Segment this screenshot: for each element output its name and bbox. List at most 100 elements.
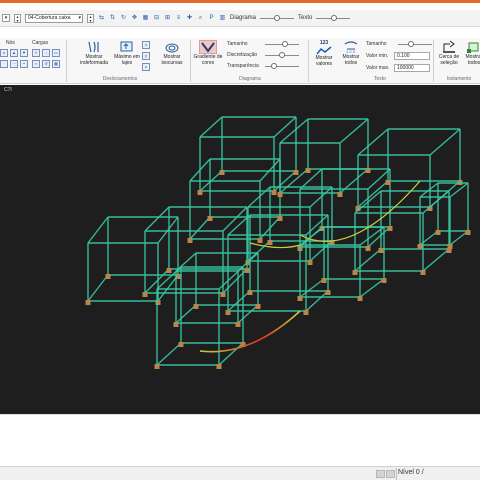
title-accent-line [0, 0, 480, 3]
floor-combo[interactable]: 04-Cobertura caixa [25, 13, 83, 23]
frame-bay-7 [279, 118, 369, 194]
displacement-y-icon[interactable]: y [142, 52, 150, 60]
floor-spin-button[interactable]: ▴ ▾ [14, 13, 21, 23]
color-gradient-button[interactable]: Gradiente de cores [192, 40, 224, 66]
show-all-isolation-button[interactable]: Mostrar todos [462, 40, 480, 66]
fence-selection-label: Cerca de seleção [438, 54, 460, 66]
filter-icon[interactable]: ⊟ [153, 15, 160, 22]
max-value-text: 100000 [397, 65, 414, 71]
support-13-2 [417, 244, 423, 249]
displacement-x-icon[interactable]: x [142, 41, 150, 49]
text-slider[interactable] [316, 14, 351, 22]
support-1-2 [85, 300, 91, 305]
show-undeformed-button[interactable]: Mostrar indeformada [74, 40, 114, 66]
node-support-icon[interactable]: ▲ [10, 49, 18, 57]
axis-y-icon[interactable]: ⇅ [109, 15, 116, 22]
group-isolation-title: Isolamento [446, 76, 472, 82]
fence-selection-button[interactable]: Cerca de seleção [435, 40, 463, 66]
transparency-slider-thumb[interactable] [271, 63, 277, 69]
support-7-4 [305, 168, 311, 173]
discretization-slider[interactable] [265, 51, 299, 59]
slab-max-icon [120, 41, 133, 52]
text-label: Texto [298, 15, 313, 21]
support-12-4 [378, 248, 384, 253]
text-size-slider-thumb[interactable] [408, 41, 414, 47]
node-toggle-icon[interactable]: n [0, 49, 8, 57]
load-slab-icon[interactable]: ▭ [52, 49, 60, 57]
diagram-slider-thumb[interactable] [274, 15, 281, 21]
node-hinge-icon[interactable]: ∘ [20, 60, 28, 68]
pan-icon[interactable]: ✚ [186, 15, 193, 22]
frame-bay-14 [175, 252, 259, 324]
deformed-curve-3 [249, 242, 301, 249]
show-values-button[interactable]: 123 Mostrar valores [310, 40, 338, 67]
diagram-slider[interactable] [260, 14, 295, 22]
support-5-4 [267, 240, 273, 245]
transparency-slider[interactable] [265, 62, 299, 70]
min-value-field[interactable]: 0.100 [394, 52, 430, 60]
size-slider[interactable] [265, 40, 299, 48]
grid-icon[interactable]: ⊞ [164, 15, 171, 22]
support-14-2 [173, 322, 179, 327]
move-icon[interactable]: ✥ [131, 15, 138, 22]
frame-bay-12 [354, 190, 450, 272]
load-wind-icon[interactable]: ≈ [32, 60, 40, 68]
diagram-label: Diagrama [230, 15, 257, 21]
text-slider-thumb[interactable] [331, 15, 338, 21]
show-isocurves-button[interactable]: Mostrar isocurvas [156, 40, 188, 66]
support-4-2 [187, 238, 193, 243]
view-menu-button[interactable]: ▾ [2, 14, 10, 22]
support-3-1 [216, 364, 222, 369]
support-4-4 [207, 216, 213, 221]
discretization-slider-thumb[interactable] [279, 52, 285, 58]
displacement-z-icon[interactable]: z [142, 63, 150, 71]
support-8-4 [219, 170, 225, 175]
load-area-icon[interactable]: ▦ [52, 60, 60, 68]
show-all-label: Mostrar todos [342, 54, 360, 66]
text-size-slider[interactable] [398, 40, 432, 48]
support-1-4 [105, 274, 111, 279]
support-13-1 [447, 244, 453, 249]
text-size-label: Tamanho [366, 41, 387, 47]
max-value-field[interactable]: 100000 [394, 64, 430, 72]
load-moment-icon[interactable]: ↺ [42, 60, 50, 68]
max-on-slabs-label: Máximo em lajes [114, 54, 140, 66]
min-value-label: Valor min. [366, 53, 389, 59]
layers-icon[interactable]: ≡ [175, 15, 182, 22]
load-distributed-icon[interactable]: ≡ [32, 49, 40, 57]
node-spring-icon[interactable]: ⋯ [10, 60, 18, 68]
chart-icon[interactable]: ▥ [219, 15, 226, 22]
max-on-slabs-button[interactable]: Máximo em lajes [112, 40, 142, 66]
show-all-button[interactable]: 1 2 3 Mostrar todos [338, 40, 364, 66]
load-point-icon[interactable]: ↓ [42, 49, 50, 57]
size-slider-thumb[interactable] [282, 41, 288, 47]
support-8-2 [197, 190, 203, 195]
floor-next-spin[interactable]: ▴ ▾ [87, 13, 94, 23]
support-6-3 [387, 226, 393, 231]
section-icon[interactable]: ▦ [142, 15, 149, 22]
support-11-4 [321, 278, 327, 283]
structure-3d-viewport[interactable]: C7I [0, 85, 480, 414]
support-13-3 [465, 230, 471, 235]
node-number-icon[interactable]: · [0, 60, 8, 68]
axis-x-icon[interactable]: ⇆ [98, 15, 105, 22]
support-2-4 [166, 268, 172, 273]
support-10-2 [225, 310, 231, 315]
support-7-1 [337, 192, 343, 197]
zoom-icon[interactable]: ⌕ [197, 15, 204, 22]
support-2-2 [142, 292, 148, 297]
support-3-4 [178, 342, 184, 347]
max-value-label: Valor max. [366, 65, 390, 71]
pdf-icon[interactable]: P [208, 15, 215, 22]
structural-frame-model[interactable] [0, 85, 480, 414]
support-11-2 [297, 296, 303, 301]
rotate-icon[interactable]: ↻ [120, 15, 127, 22]
nodes-label: Nós [6, 40, 15, 46]
color-gradient-label: Gradiente de cores [193, 54, 223, 66]
support-12-2 [352, 270, 358, 275]
group-text-title: Texto [374, 76, 386, 82]
support-7-2 [277, 192, 283, 197]
support-4-1 [257, 238, 263, 243]
node-fixed-icon[interactable]: ▼ [20, 49, 28, 57]
values-chart-icon [316, 46, 332, 55]
